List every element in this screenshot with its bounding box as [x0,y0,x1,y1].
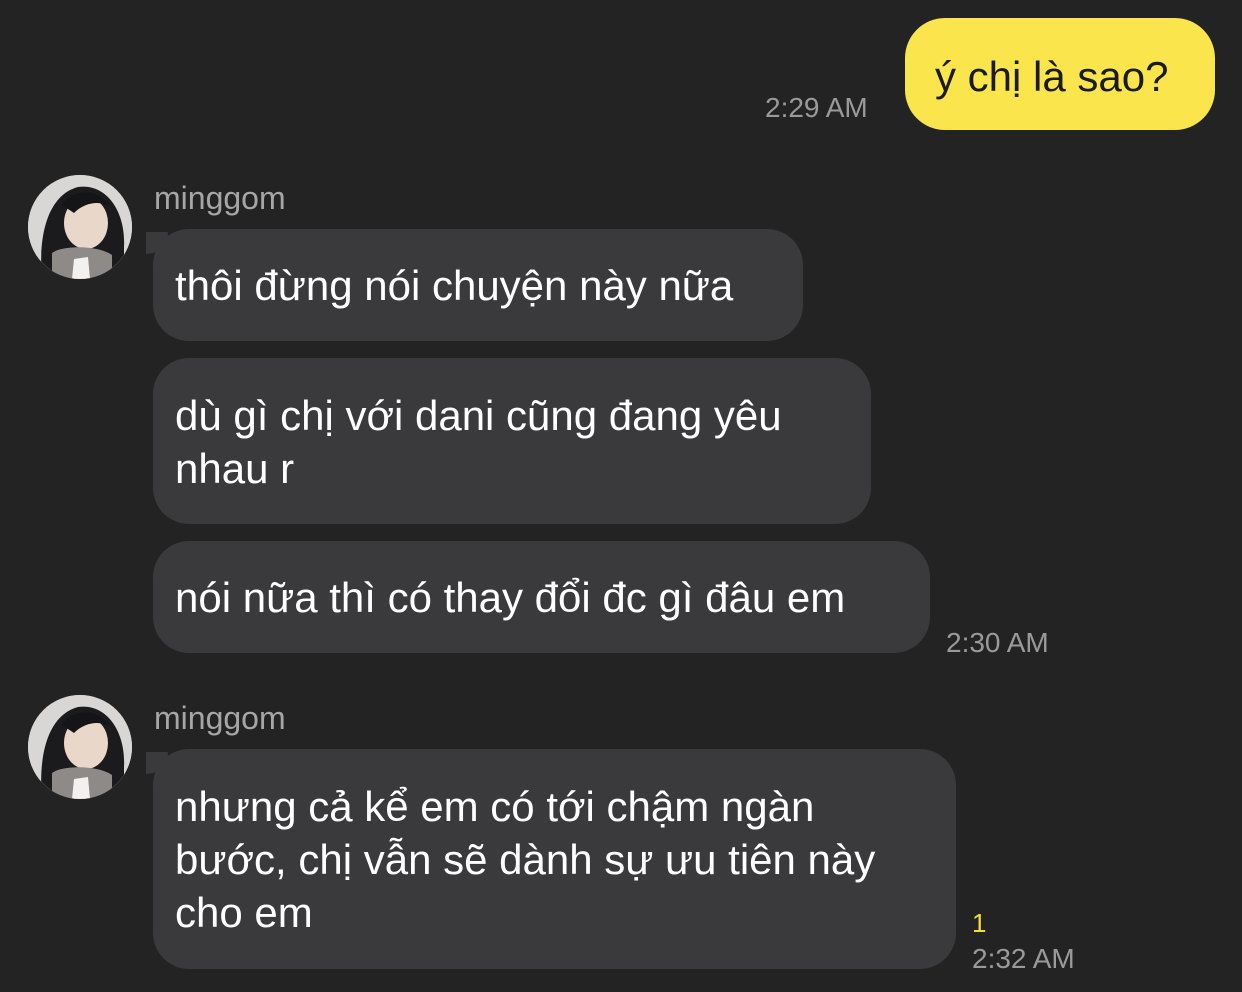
message-timestamp: 2:30 AM [946,627,1049,658]
incoming-message-text: thôi đừng nói chuyện này nữa [175,262,734,309]
incoming-message-text: dù gì chị với dani cũng đang yêu nhau r [175,392,782,492]
sender-avatar[interactable] [28,175,132,279]
profile-photo-icon [28,175,132,279]
sender-avatar[interactable] [28,695,132,799]
unread-count: 1 [972,908,987,938]
chat-view[interactable]: ý chị là sao? 2:29 AM minggom thôi đừng … [0,0,1242,992]
sender-name: minggom [154,700,286,736]
bubble-tail [1183,36,1201,54]
message-timestamp: 2:29 AM [765,92,868,123]
incoming-message-text: nói nữa thì có thay đổi đc gì đâu em [175,574,846,621]
profile-photo-icon [28,695,132,799]
sender-name: minggom [154,180,286,216]
outgoing-message-text: ý chị là sao? [935,53,1169,100]
incoming-message-text: nhưng cả kể em có tới chậm ngàn bước, ch… [175,783,876,936]
message-timestamp: 2:32 AM [972,943,1075,974]
